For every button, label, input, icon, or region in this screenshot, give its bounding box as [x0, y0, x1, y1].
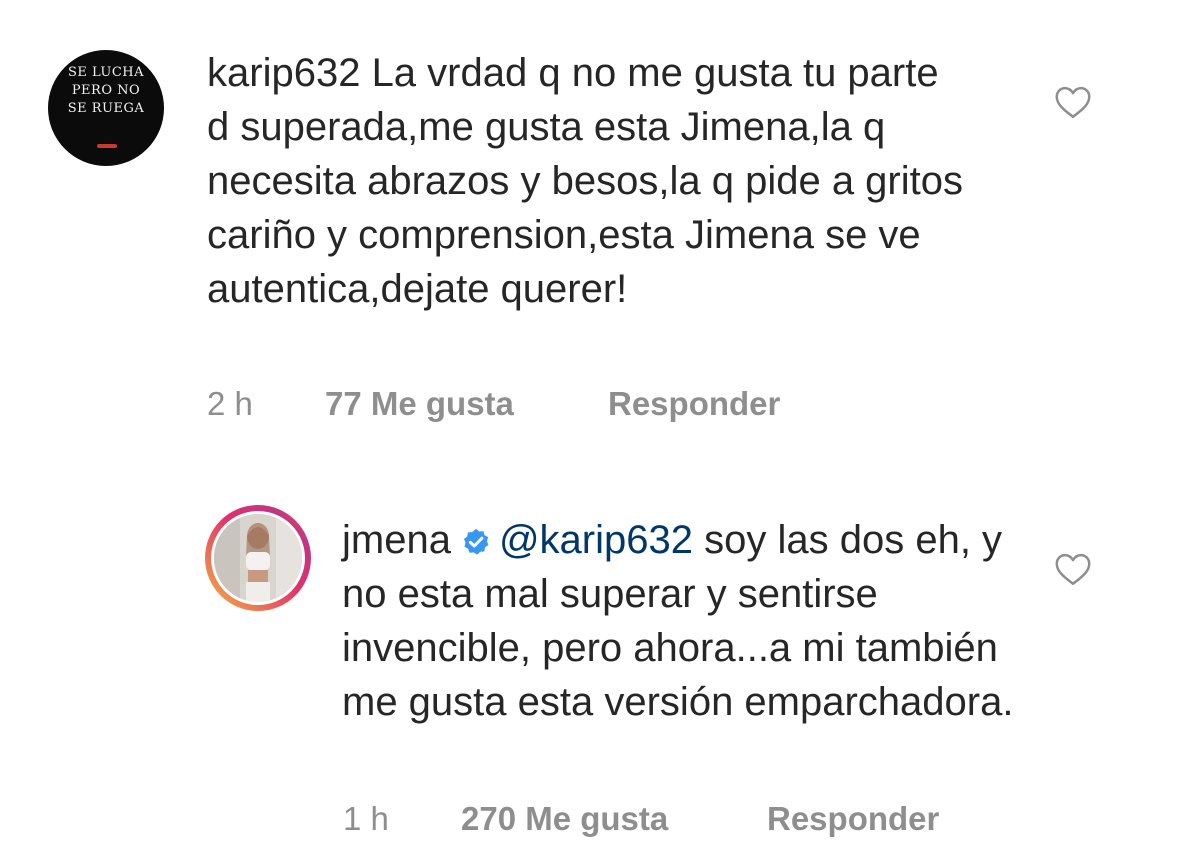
verified-badge-icon [463, 528, 489, 555]
reply-button[interactable]: Responder [608, 385, 780, 423]
comment-text-jmena: jmena @karip632 soy las dos eh, y no est… [342, 513, 1042, 729]
mention-link[interactable]: @karip632 [499, 518, 693, 562]
heart-outline-icon[interactable] [1054, 552, 1092, 586]
comment-time: 1 h [343, 800, 389, 837]
comment-time: 2 h [207, 385, 253, 422]
avatar-karip632[interactable]: SE LUCHA PERO NO SE RUEGA [48, 50, 164, 166]
avatar-logo-accent [97, 144, 117, 148]
reply-button[interactable]: Responder [767, 800, 939, 838]
likes-count-link[interactable]: 77 Me gusta [325, 385, 514, 423]
comment-username[interactable]: karip632 [207, 51, 360, 95]
comment-username[interactable]: jmena [342, 518, 451, 562]
comment-text-karip632: karip632 La vrdad q no me gusta tu parte… [207, 46, 967, 316]
avatar-logo-text: SE LUCHA PERO NO SE RUEGA [67, 65, 145, 116]
avatar-jmena[interactable] [211, 511, 305, 605]
heart-outline-icon[interactable] [1054, 85, 1092, 119]
profile-photo [214, 514, 302, 602]
likes-count-link[interactable]: 270 Me gusta [461, 800, 668, 838]
